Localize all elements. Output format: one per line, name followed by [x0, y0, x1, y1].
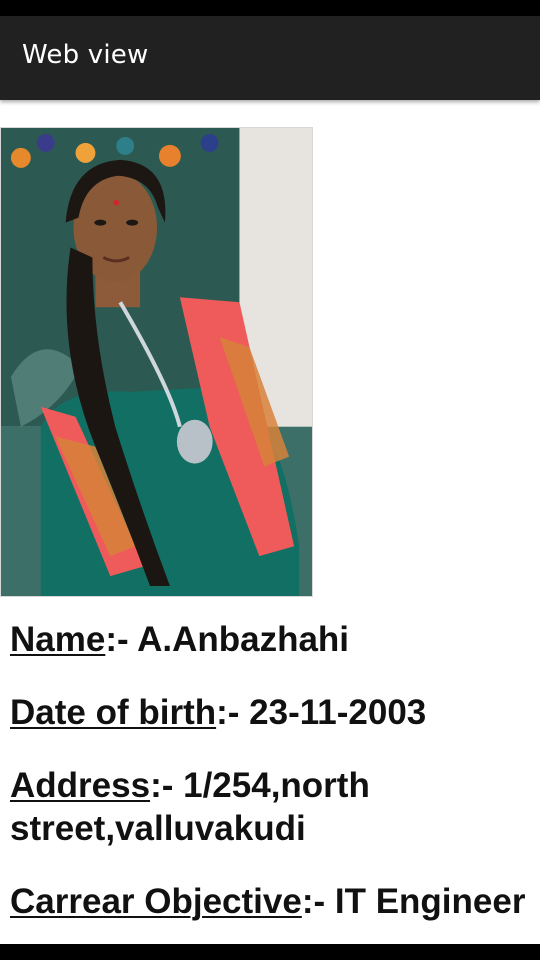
objective-separator: :-	[301, 882, 335, 921]
objective-row: Carrear Objective:- IT Engineer	[10, 880, 530, 923]
dob-separator: :-	[216, 693, 250, 732]
profile-details: Name:- A.Anbazhahi Date of birth:- 23-11…	[10, 618, 530, 953]
address-label: Address	[10, 766, 151, 805]
dob-label: Date of birth	[10, 693, 217, 732]
name-label: Name	[10, 620, 106, 659]
app-bar: Web view	[0, 16, 540, 100]
dob-value: 23-11-2003	[249, 693, 427, 732]
profile-photo	[0, 127, 313, 597]
profile-photo-illustration	[1, 128, 312, 596]
name-separator: :-	[105, 620, 138, 659]
dob-row: Date of birth:- 23-11-2003	[10, 691, 530, 734]
name-row: Name:- A.Anbazhahi	[10, 618, 530, 661]
name-value: A.Anbazhahi	[137, 620, 350, 659]
objective-label: Carrear Objective	[10, 882, 302, 921]
address-row: Address:- 1/254,north street,valluvakudi	[10, 764, 530, 850]
app-title: Web view	[22, 40, 149, 70]
navigation-bar	[0, 944, 540, 960]
objective-value: IT Engineer	[334, 882, 526, 921]
status-bar	[0, 0, 540, 16]
address-separator: :-	[150, 766, 184, 805]
